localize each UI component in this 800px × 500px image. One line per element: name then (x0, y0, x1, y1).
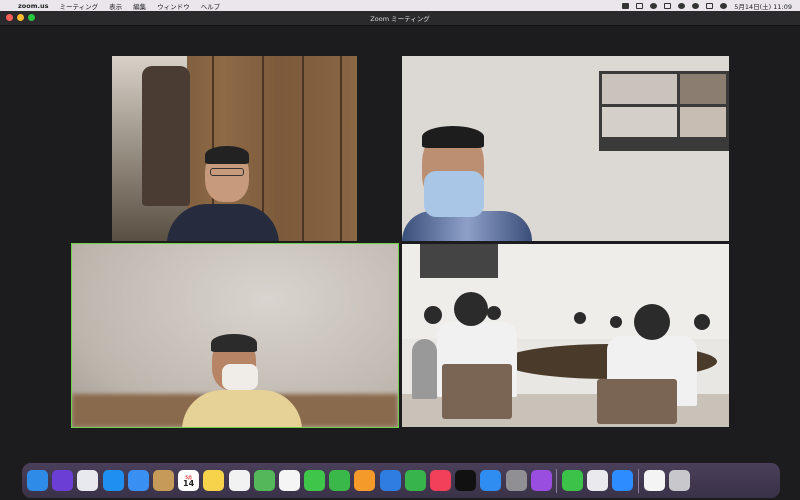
fullscreen-window-button[interactable] (28, 14, 35, 21)
reminders-icon[interactable] (228, 470, 250, 491)
music-icon[interactable] (430, 470, 451, 491)
minimize-window-button[interactable] (17, 14, 24, 21)
menu-view[interactable]: 表示 (109, 1, 122, 11)
wifi-icon[interactable] (678, 2, 686, 9)
dock-separator (637, 468, 639, 493)
numbers-icon[interactable] (404, 470, 426, 491)
bluetooth-icon[interactable] (650, 2, 658, 9)
menu-app-name[interactable]: zoom.us (18, 2, 48, 10)
clock[interactable]: 5月14日(土) 11:09 (734, 1, 792, 11)
appletv-icon[interactable] (455, 470, 477, 491)
dock: 5月 14 (22, 463, 780, 498)
dock-area: 5月 14 (0, 460, 800, 500)
room-display-screen (420, 244, 498, 278)
pages-icon[interactable] (354, 470, 376, 491)
siri-status-icon[interactable] (720, 2, 728, 9)
window-controls (6, 14, 35, 21)
menu-bar: zoom.us ミーティング 表示 編集 ウィンドウ ヘルプ 5月14日(土) … (0, 0, 800, 11)
status-area: 5月14日(土) 11:09 (622, 1, 792, 11)
line-icon[interactable] (561, 470, 583, 491)
window-title: Zoom ミーティング (370, 15, 430, 23)
trash-icon[interactable] (668, 470, 690, 491)
glasses (210, 168, 244, 176)
mail-icon[interactable] (127, 470, 149, 491)
menu-edit[interactable]: 編集 (133, 1, 146, 11)
contacts-icon[interactable] (152, 470, 174, 491)
settings-icon[interactable] (505, 470, 527, 491)
podcasts-icon[interactable] (530, 470, 552, 491)
menu-meeting[interactable]: ミーティング (59, 1, 98, 11)
launchpad-icon[interactable] (77, 470, 99, 491)
close-window-button[interactable] (6, 14, 13, 21)
zoom-status-icon[interactable] (622, 2, 630, 9)
keynote-icon[interactable] (379, 470, 401, 491)
preview-icon[interactable] (587, 470, 609, 491)
screen-icon[interactable] (636, 2, 644, 9)
dock-separator (555, 468, 557, 493)
chair (442, 364, 512, 419)
face-mask (222, 364, 258, 390)
menu-window[interactable]: ウィンドウ (157, 1, 190, 11)
participant-video-1[interactable] (112, 56, 357, 241)
safari-icon[interactable] (102, 470, 124, 491)
photos-icon[interactable] (278, 470, 300, 491)
appstore-icon[interactable] (480, 470, 502, 491)
battery-icon[interactable] (664, 2, 672, 9)
calendar-icon[interactable]: 5月 14 (178, 470, 200, 491)
control-center-icon[interactable] (706, 2, 714, 9)
participant-video-4-room[interactable] (402, 244, 729, 427)
facetime-icon[interactable] (329, 470, 351, 491)
chair (597, 379, 677, 424)
maps-icon[interactable] (253, 470, 275, 491)
notes-icon[interactable] (203, 470, 225, 491)
messages-icon[interactable] (304, 470, 326, 491)
menu-help[interactable]: ヘルプ (201, 1, 221, 11)
monitor-in-background (599, 71, 729, 151)
face-mask (424, 171, 484, 217)
zoom-icon[interactable] (612, 470, 634, 491)
search-icon[interactable] (692, 2, 700, 9)
document-icon[interactable] (643, 470, 665, 491)
participant-video-2[interactable] (402, 56, 729, 241)
window-title-bar: Zoom ミーティング (0, 11, 800, 26)
video-gallery (0, 26, 800, 458)
participant-video-3-active-speaker[interactable] (71, 243, 399, 428)
siri-icon[interactable] (52, 470, 74, 491)
calendar-day: 14 (183, 478, 195, 488)
finder-icon[interactable] (27, 470, 48, 491)
